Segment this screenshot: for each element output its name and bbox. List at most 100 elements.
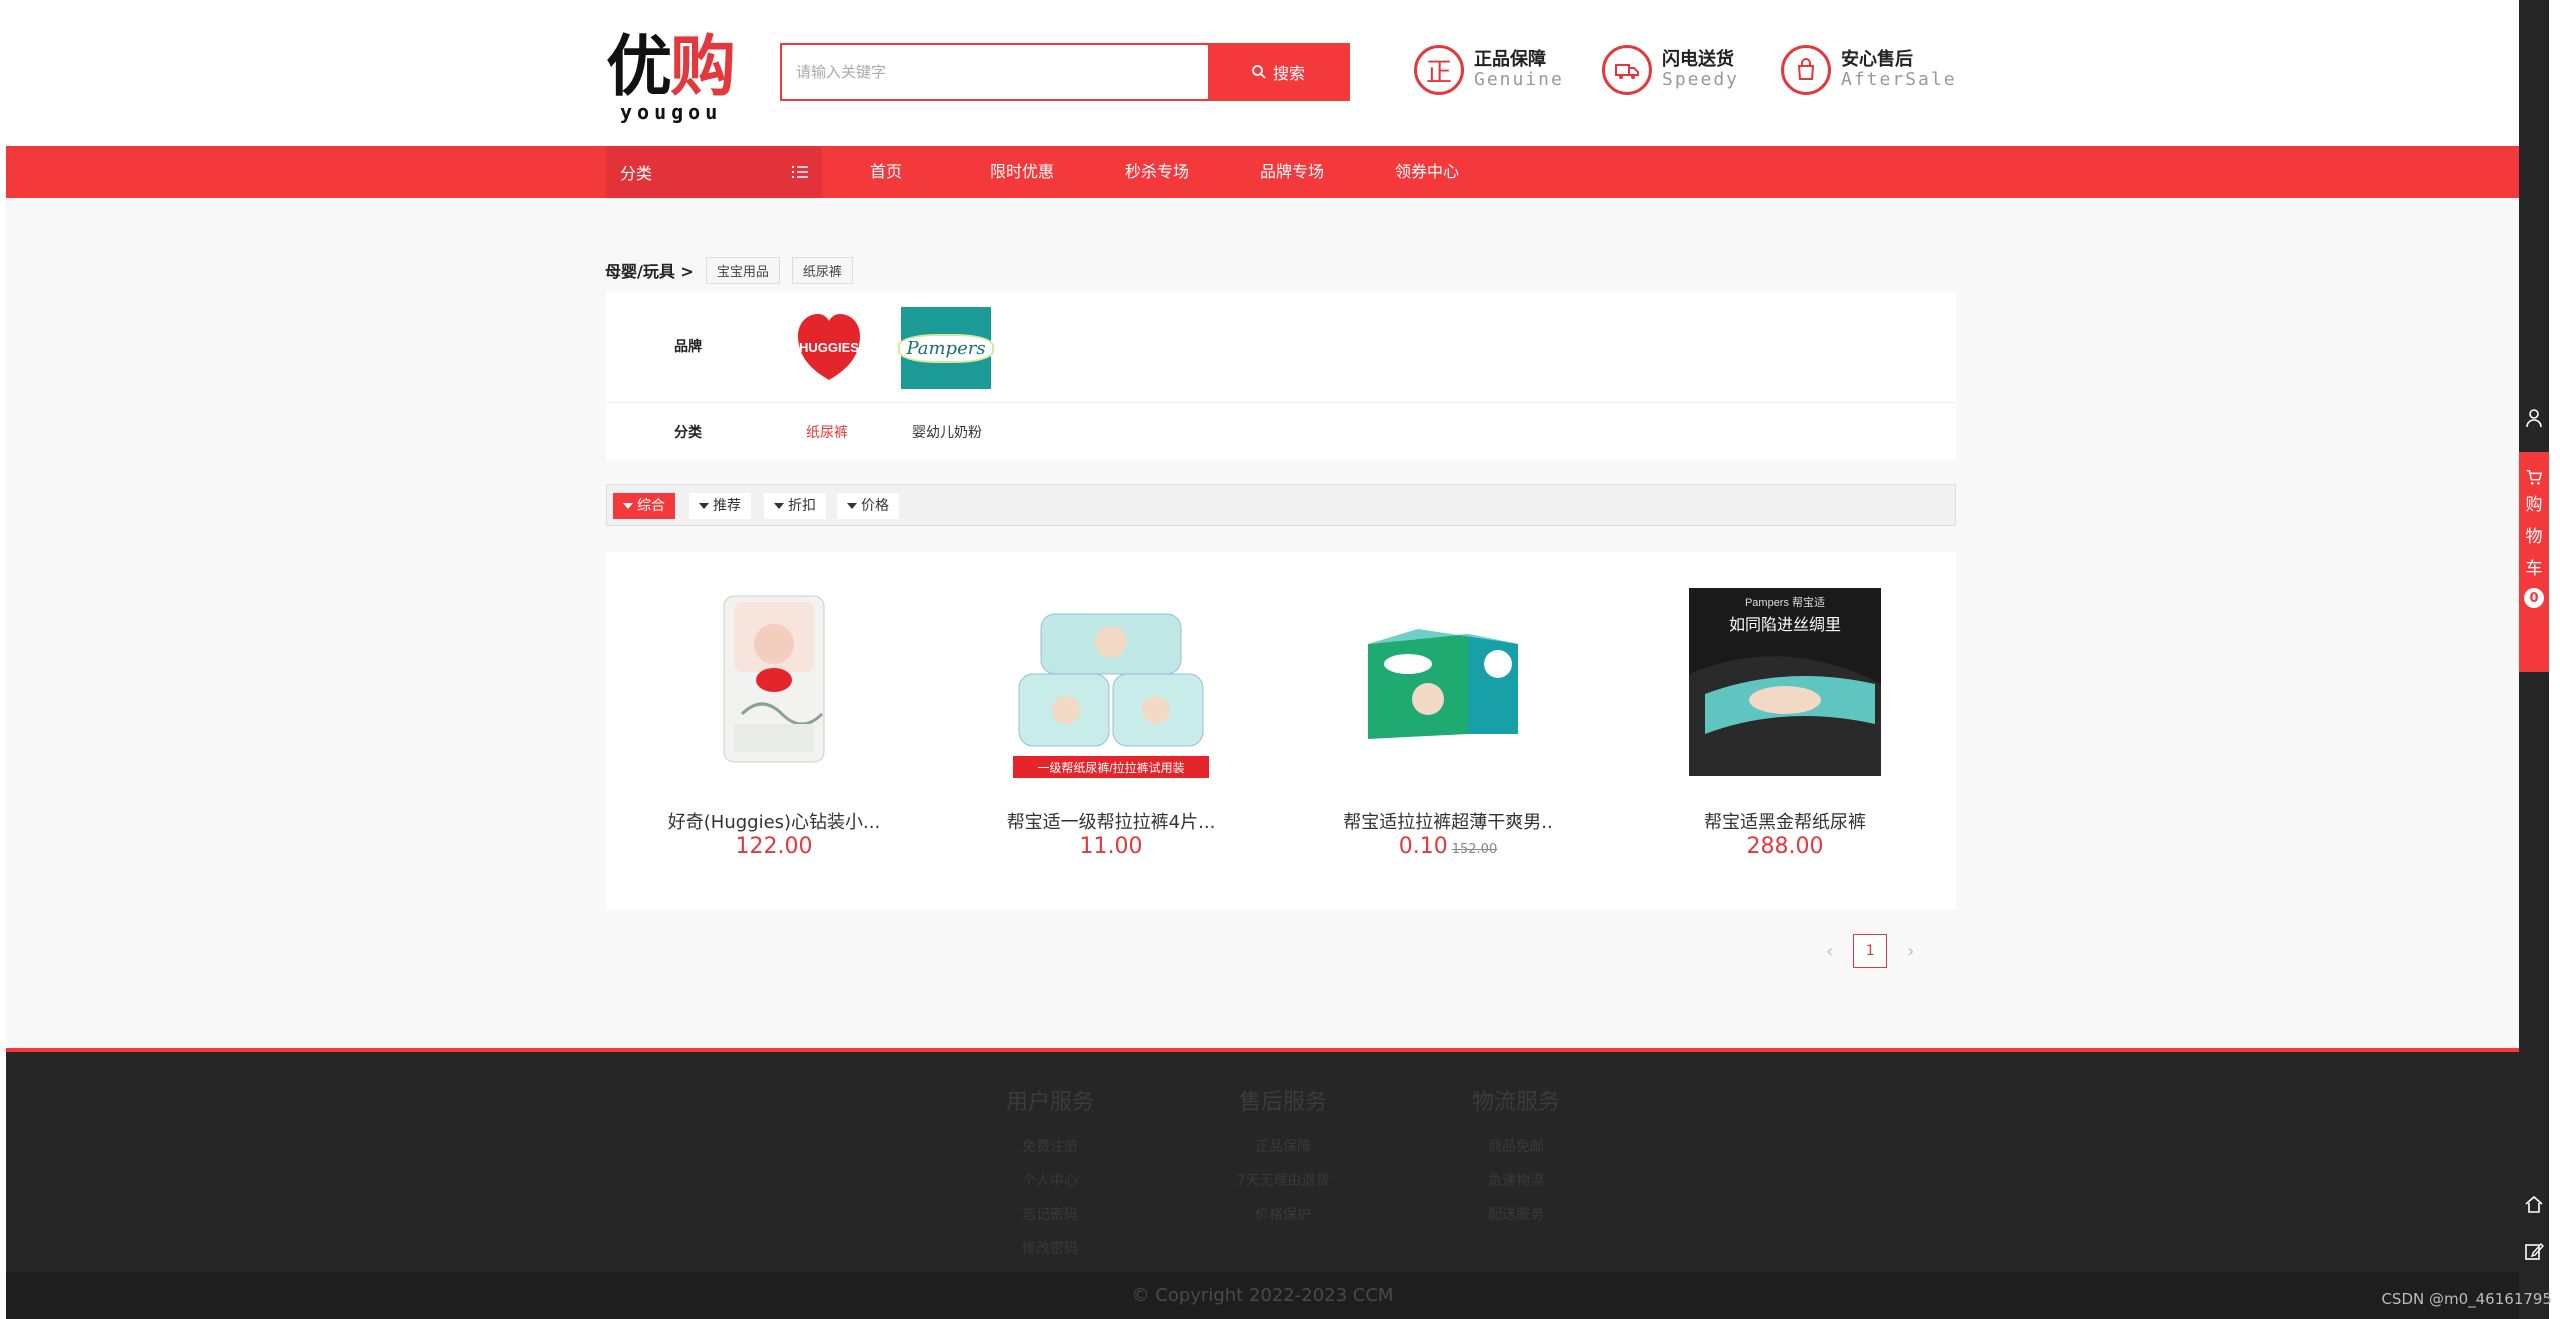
cart-icon <box>2526 469 2543 485</box>
delivery-truck-icon <box>1602 45 1652 95</box>
genuine-icon-char: 正 <box>1425 57 1452 88</box>
sidebar-cart[interactable]: 购 物 车 0 <box>2519 452 2549 672</box>
product-image[interactable] <box>674 584 874 780</box>
product-card[interactable]: 好奇(Huggies)心钻装小... 122.00 <box>624 552 924 910</box>
page-button-1[interactable]: 1 <box>1853 934 1888 968</box>
ad-line-1: Pampers 帮宝适 <box>1745 595 1825 609</box>
footer-link[interactable]: 个人中心 <box>980 1164 1120 1198</box>
breadcrumb-root[interactable]: 母婴/玩具 > <box>605 258 694 282</box>
brand-huggies[interactable]: HUGGIES <box>796 312 862 382</box>
footer-link[interactable]: 价格保护 <box>1213 1198 1353 1232</box>
sort-discount[interactable]: 折扣 <box>764 493 826 519</box>
edit-icon[interactable] <box>2519 1241 2549 1261</box>
sort-price[interactable]: 价格 <box>837 493 899 519</box>
sort-comprehensive-label: 综合 <box>637 498 665 514</box>
footer-link[interactable]: 忘记密码 <box>980 1198 1120 1232</box>
product-price: 11.00 <box>961 834 1261 859</box>
nav-link-coupons[interactable]: 领券中心 <box>1395 146 1459 198</box>
nav-category-menu[interactable]: 分类 <box>606 146 822 198</box>
promise-genuine: 正 正品保障 Genuine <box>1414 42 1564 98</box>
prev-page-icon[interactable]: ‹ <box>1826 941 1833 962</box>
copyright: © Copyright 2022-2023 CCM <box>6 1272 2519 1319</box>
product-price: 122.00 <box>624 834 924 859</box>
user-icon[interactable] <box>2519 408 2549 428</box>
footer-link[interactable]: 急速物流 <box>1446 1164 1586 1198</box>
filter-panel: 品牌 HUGGIES Pampers 分类 纸尿裤 婴幼儿奶粉 <box>606 292 1956 460</box>
product-card[interactable]: 帮宝适拉拉裤超薄干爽男.. 0.10 152.00 <box>1298 552 1598 910</box>
cart-label-char: 车 <box>2525 559 2543 579</box>
product-card[interactable]: Pampers 帮宝适 如同陷进丝绸里 帮宝适黑金帮纸尿裤 288.00 <box>1635 552 1935 910</box>
product-price-value: 0.10 <box>1398 834 1448 859</box>
footer-link[interactable]: 免费注册 <box>980 1130 1120 1164</box>
nav-link-brands[interactable]: 品牌专场 <box>1260 146 1324 198</box>
category-diapers[interactable]: 纸尿裤 <box>806 422 848 442</box>
promise-aftersale-en: AfterSale <box>1841 69 1957 90</box>
promise-genuine-cn: 正品保障 <box>1474 49 1546 70</box>
pampers-logo-text: Pampers <box>898 333 994 363</box>
diaper-pack-icon: 一级帮纸尿裤/拉拉裤试用装 <box>1013 613 1209 778</box>
category-infant-formula[interactable]: 婴幼儿奶粉 <box>912 422 982 442</box>
sort-comprehensive[interactable]: 综合 <box>613 493 675 519</box>
footer-col-user: 用户服务 免费注册 个人中心 忘记密码 修改密码 <box>980 1084 1120 1266</box>
sort-recommended-label: 推荐 <box>713 498 741 514</box>
product-price: 288.00 <box>1635 834 1935 859</box>
product-price-value: 122.00 <box>735 834 813 859</box>
logo-char-2: 购 <box>670 27 736 105</box>
watermark: CSDN @m0_46161795 <box>2381 1290 2552 1308</box>
promise-speedy: 闪电送货 Speedy <box>1602 42 1739 98</box>
sort-recommended[interactable]: 推荐 <box>689 493 751 519</box>
nav-link-flash-sale[interactable]: 秒杀专场 <box>1125 146 1189 198</box>
product-image[interactable]: 一级帮纸尿裤/拉拉裤试用装 <box>1011 584 1211 780</box>
breadcrumb-tag-diapers[interactable]: 纸尿裤 <box>791 256 853 284</box>
product-name[interactable]: 好奇(Huggies)心钻装小... <box>624 808 924 834</box>
product-price: 0.10 152.00 <box>1298 834 1598 859</box>
product-price-value: 11.00 <box>1079 834 1143 859</box>
diaper-pack-icon <box>723 595 825 763</box>
site-header: 优购 yougou 搜索 正 正品保障Genuine 闪电送货Speedy 安心… <box>6 0 2519 146</box>
nav-link-limited-offer[interactable]: 限时优惠 <box>990 146 1054 198</box>
product-image[interactable]: Pampers 帮宝适 如同陷进丝绸里 <box>1685 584 1885 780</box>
cart-label-char: 购 <box>2525 495 2543 515</box>
product-name[interactable]: 帮宝适一级帮拉拉裤4片... <box>961 808 1261 834</box>
product-grid: 好奇(Huggies)心钻装小... 122.00 一级帮纸尿裤/拉拉裤试用装 … <box>606 552 1956 910</box>
footer-link[interactable]: 配送服务 <box>1446 1198 1586 1232</box>
brand-label: 品牌 <box>674 339 702 355</box>
footer-link[interactable]: 修改密码 <box>980 1232 1120 1266</box>
product-image[interactable] <box>1348 584 1548 780</box>
nav-link-home[interactable]: 首页 <box>870 146 902 198</box>
caret-down-icon <box>847 503 857 509</box>
home-icon[interactable] <box>2519 1194 2549 1214</box>
promise-speedy-en: Speedy <box>1662 69 1740 90</box>
site-footer: 用户服务 免费注册 个人中心 忘记密码 修改密码 售后服务 正品保障 7天无理由… <box>6 1052 2519 1272</box>
footer-col-title: 物流服务 <box>1471 1090 1560 1115</box>
cart-count-badge: 0 <box>2524 588 2544 608</box>
search-input[interactable] <box>782 45 1208 99</box>
search-button[interactable]: 搜索 <box>1208 45 1348 99</box>
ad-line-2: 如同陷进丝绸里 <box>1729 616 1841 634</box>
caret-down-icon <box>623 503 633 509</box>
breadcrumb-tag-baby-goods[interactable]: 宝宝用品 <box>705 256 780 284</box>
footer-col-title: 用户服务 <box>1005 1090 1094 1115</box>
footer-link[interactable]: 7天无理由退货 <box>1213 1164 1353 1198</box>
next-page-icon[interactable]: › <box>1907 941 1914 962</box>
genuine-icon: 正 <box>1414 45 1464 95</box>
product-banner-text: 一级帮纸尿裤/拉拉裤试用装 <box>1037 760 1184 775</box>
product-price-value: 288.00 <box>1746 834 1824 859</box>
product-name[interactable]: 帮宝适黑金帮纸尿裤 <box>1635 808 1935 834</box>
huggies-logo-icon: HUGGIES <box>798 314 860 380</box>
product-card[interactable]: 一级帮纸尿裤/拉拉裤试用装 帮宝适一级帮拉拉裤4片... 11.00 <box>961 552 1261 910</box>
caret-down-icon <box>699 503 709 509</box>
footer-link[interactable]: 商品免邮 <box>1446 1130 1586 1164</box>
promise-aftersale-cn: 安心售后 <box>1841 49 1913 70</box>
footer-col-title: 售后服务 <box>1238 1090 1327 1115</box>
logo-en: yougou <box>620 100 723 124</box>
brand-pampers[interactable]: Pampers <box>898 307 994 389</box>
logo-cn: 优购 <box>606 27 736 105</box>
product-name[interactable]: 帮宝适拉拉裤超薄干爽男.. <box>1298 808 1598 834</box>
search-icon <box>1252 65 1266 79</box>
huggies-logo-text: HUGGIES <box>799 340 859 355</box>
caret-down-icon <box>774 503 784 509</box>
footer-link[interactable]: 正品保障 <box>1213 1130 1353 1164</box>
site-logo[interactable]: 优购 yougou <box>606 27 746 124</box>
promise-aftersale: 安心售后 AfterSale <box>1781 42 1957 98</box>
